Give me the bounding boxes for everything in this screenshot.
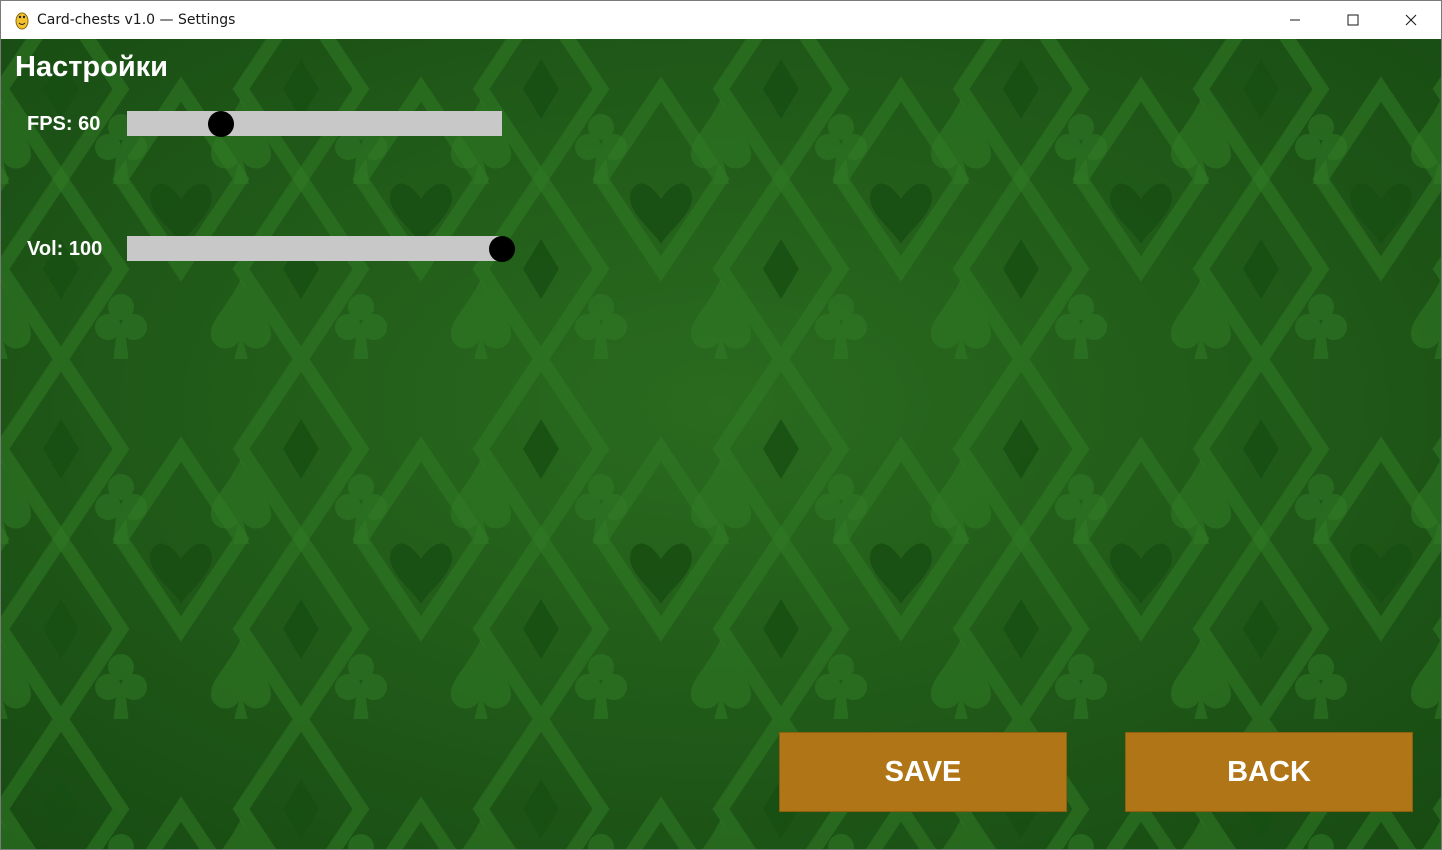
minimize-button[interactable] xyxy=(1266,1,1324,39)
maximize-icon xyxy=(1347,14,1359,26)
maximize-button[interactable] xyxy=(1324,1,1382,39)
app-window: Card-chests v1.0 — Settings Настройки FP… xyxy=(0,0,1442,850)
card-suit-background xyxy=(1,39,1441,849)
window-title: Card-chests v1.0 — Settings xyxy=(37,12,236,28)
volume-slider-knob[interactable] xyxy=(489,236,515,262)
pygame-snake-icon xyxy=(15,12,29,30)
minimize-icon xyxy=(1290,19,1300,21)
close-icon xyxy=(1405,14,1417,26)
save-button[interactable]: SAVE xyxy=(779,732,1067,812)
close-button[interactable] xyxy=(1382,1,1440,39)
settings-title: Настройки xyxy=(15,51,169,83)
fps-slider-knob[interactable] xyxy=(208,111,234,137)
title-bar[interactable]: Card-chests v1.0 — Settings xyxy=(1,1,1441,39)
volume-label: Vol: 100 xyxy=(27,238,103,260)
settings-screen: Настройки FPS: 60 Vol: 100 SAVE BACK xyxy=(1,39,1441,849)
volume-slider[interactable] xyxy=(127,236,502,261)
back-button[interactable]: BACK xyxy=(1125,732,1413,812)
fps-slider[interactable] xyxy=(127,111,502,136)
fps-label: FPS: 60 xyxy=(27,113,101,135)
